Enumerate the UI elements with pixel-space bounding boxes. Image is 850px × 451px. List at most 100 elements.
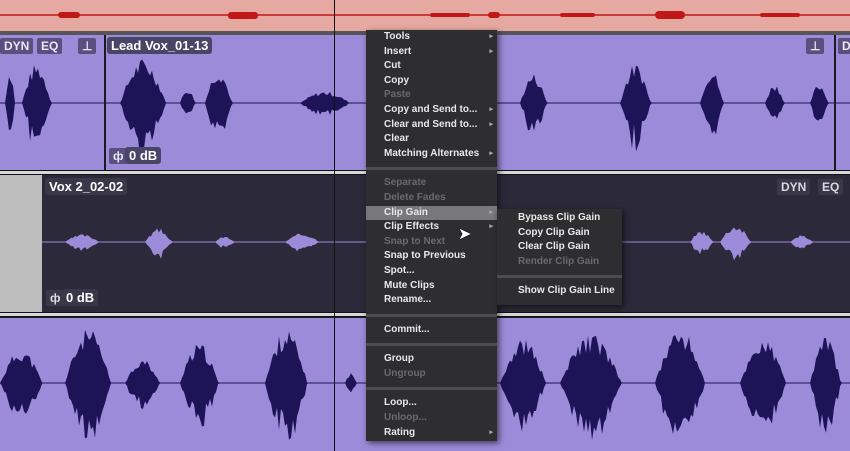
menu-item-mute-clips[interactable]: Mute Clips: [366, 279, 497, 294]
menu-item-label: Matching Alternates: [384, 147, 480, 159]
menu-item-label: Clear: [384, 133, 410, 145]
empty-track-region: [0, 175, 42, 312]
menu-item-label: Clear and Send to...: [384, 118, 478, 130]
edit-cursor-line: [334, 0, 335, 451]
waveform-segment: [65, 234, 109, 251]
menu-item-snap-to-previous[interactable]: Snap to Previous: [366, 249, 497, 264]
menu-item-separate: Separate: [366, 176, 497, 191]
submenu-arrow-icon: ▸: [489, 47, 493, 55]
menu-item-snap-to-next: Snap to Next: [366, 235, 497, 250]
menu-item-spot[interactable]: Spot...: [366, 264, 497, 279]
volume-automation-line: [0, 11, 850, 19]
menu-item-label: Unloop...: [384, 412, 427, 424]
menu-item-delete-fades: Delete Fades: [366, 191, 497, 206]
clip-name[interactable]: Lead Vox_01-13: [107, 37, 213, 54]
clip-name[interactable]: Vox 2_02-02: [45, 178, 128, 195]
waveform-segment: [205, 79, 239, 129]
eq-badge[interactable]: EQ: [37, 38, 63, 54]
waveform-segment: [620, 65, 660, 152]
clip-boundary: [834, 35, 836, 170]
submenu-arrow-icon: ▸: [489, 149, 493, 157]
submenu-arrow-icon: ▸: [489, 33, 493, 40]
waveform-segment: [180, 344, 230, 427]
clip-gain-value[interactable]: 0 dB: [62, 289, 99, 306]
menu-item-label: Copy: [384, 74, 409, 86]
menu-item-copy[interactable]: Copy: [366, 74, 497, 89]
menu-item-bypass-clip-gain[interactable]: Bypass Clip Gain: [497, 211, 622, 226]
menu-item-cut[interactable]: Cut: [366, 59, 497, 74]
waveform-segment: [145, 228, 179, 259]
menu-item-render-clip-gain: Render Clip Gain: [497, 255, 622, 270]
eq-badge[interactable]: EQ: [818, 179, 844, 195]
dyn-badge[interactable]: DYN: [777, 179, 811, 195]
menu-item-unloop: Unloop...: [366, 411, 497, 426]
menu-item-label: Delete Fades: [384, 191, 446, 203]
menu-item-clip-effects[interactable]: Clip Effects ▸: [366, 220, 497, 235]
waveform-segment: [65, 329, 125, 439]
menu-item-label: Commit...: [384, 323, 430, 335]
menu-separator: [366, 337, 497, 352]
dyn-badge-right[interactable]: DYN: [838, 38, 850, 54]
menu-item-label: Clear Clip Gain: [518, 241, 590, 253]
menu-item-matching-alternates[interactable]: Matching Alternates ▸: [366, 147, 497, 162]
menu-separator: [366, 308, 497, 323]
menu-item-label: Mute Clips: [384, 279, 435, 291]
menu-item-insert[interactable]: Insert ▸: [366, 45, 497, 60]
waveform-segment: [265, 331, 319, 440]
menu-item-label: Copy Clip Gain: [518, 226, 590, 238]
menu-item-copy-and-send-to[interactable]: Copy and Send to... ▸: [366, 103, 497, 118]
menu-item-label: Render Clip Gain: [518, 255, 600, 267]
menu-item-tools[interactable]: Tools ▸: [366, 30, 497, 45]
menu-item-label: Group: [384, 353, 414, 365]
submenu-arrow-icon: ▸: [489, 105, 493, 113]
waveform-segment: [560, 335, 640, 441]
menu-item-clear[interactable]: Clear: [366, 132, 497, 147]
submenu-arrow-icon: ▸: [489, 223, 493, 231]
menu-item-label: Clip Gain: [384, 206, 428, 218]
menu-item-show-clip-gain-line[interactable]: Show Clip Gain Line: [497, 284, 622, 299]
menu-item-label: Paste: [384, 89, 411, 101]
waveform-segment: [125, 361, 169, 410]
menu-item-rating[interactable]: Rating ▸: [366, 426, 497, 441]
menu-item-label: Bypass Clip Gain: [518, 212, 601, 223]
waveform-segment: [0, 355, 54, 414]
menu-item-label: Insert: [384, 45, 412, 57]
menu-item-loop[interactable]: Loop...: [366, 396, 497, 411]
menu-item-clear-and-send-to[interactable]: Clear and Send to... ▸: [366, 118, 497, 133]
menu-item-label: Tools: [384, 31, 410, 42]
menu-item-label: Rename...: [384, 294, 432, 306]
menu-item-commit[interactable]: Commit...: [366, 323, 497, 338]
waveform-segment: [120, 59, 180, 157]
clip-gain-submenu: Bypass Clip Gain Copy Clip Gain Clear Clip…: [497, 209, 622, 305]
waveform-segment: [720, 227, 760, 261]
menu-item-label: Loop...: [384, 397, 417, 409]
submenu-arrow-icon: ▸: [489, 120, 493, 128]
menu-item-group[interactable]: Group: [366, 352, 497, 367]
waveform-segment: [655, 334, 719, 434]
dyn-badge[interactable]: DYN: [0, 38, 34, 54]
context-menu: Tools ▸ Insert ▸ Cut Copy Paste Copy and Send t…: [366, 30, 497, 441]
menu-item-label: Clip Effects: [384, 221, 440, 233]
menu-item-label: Separate: [384, 177, 427, 189]
clip-boundary: [104, 35, 106, 170]
waveform-segment: [690, 231, 720, 255]
menu-item-label: Cut: [384, 60, 401, 72]
waveform-segment: [810, 338, 850, 433]
waveform-segment: [810, 86, 834, 121]
menu-item-label: Ungroup: [384, 367, 426, 379]
menu-item-copy-clip-gain[interactable]: Copy Clip Gain: [497, 226, 622, 241]
menu-item-clip-gain[interactable]: Clip Gain ▸: [366, 205, 497, 221]
menu-item-ungroup: Ungroup: [366, 367, 497, 382]
menu-item-label: Rating: [384, 426, 416, 438]
menu-item-rename[interactable]: Rename...: [366, 293, 497, 308]
menu-item-label: Show Clip Gain Line: [518, 285, 615, 297]
elastic-audio-icon-right[interactable]: ⊥: [806, 38, 825, 54]
clip-gain-value[interactable]: 0 dB: [125, 147, 162, 164]
menu-separator: [366, 381, 497, 396]
menu-item-label: Spot...: [384, 264, 415, 276]
menu-item-label: Copy and Send to...: [384, 103, 478, 115]
elastic-audio-icon[interactable]: ⊥: [78, 38, 97, 54]
menu-item-clear-clip-gain[interactable]: Clear Clip Gain: [497, 240, 622, 255]
waveform-segment: [5, 77, 17, 131]
menu-item-paste: Paste: [366, 88, 497, 103]
